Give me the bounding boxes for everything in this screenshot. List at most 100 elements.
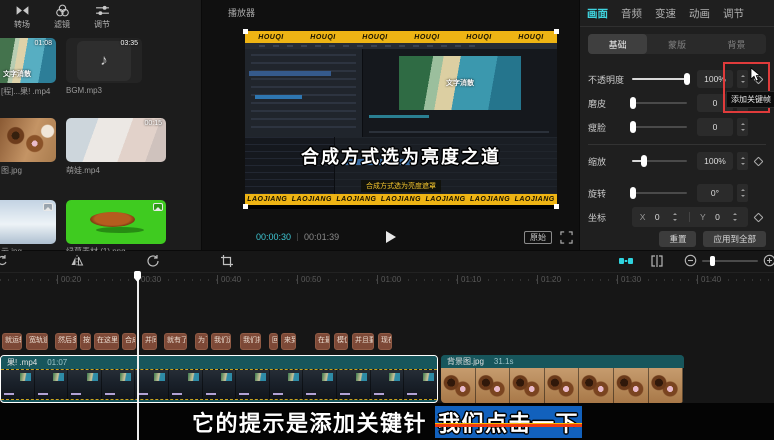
play-button[interactable] [386, 231, 396, 243]
subtitle-clip[interactable]: 合成 [122, 333, 136, 350]
transitions-tool[interactable]: 转场 [6, 3, 38, 34]
subtab-mask[interactable]: 蒙版 [647, 34, 706, 54]
keyframe-tooltip: 添加关键帧 [726, 91, 774, 108]
subtitle-clip[interactable]: 现在 [378, 333, 392, 350]
subtitle-clip[interactable]: 来到 [281, 333, 296, 350]
filmstrip-frame [203, 370, 237, 399]
scale-value[interactable]: 100% [697, 152, 733, 170]
x-value[interactable]: 0 [655, 212, 660, 222]
subtitle-clip[interactable]: 就有了 [164, 333, 187, 350]
rotate-slider[interactable] [632, 192, 687, 194]
opacity-value[interactable]: 100% [697, 70, 733, 88]
reset-button[interactable]: 重置 [659, 231, 696, 247]
media-item-clouds[interactable] [0, 200, 56, 244]
filmstrip-frame [1, 370, 35, 399]
y-value[interactable]: 0 [715, 212, 720, 222]
apply-all-button[interactable]: 应用到全部 [703, 231, 766, 247]
zoom-out-icon[interactable] [684, 254, 697, 267]
subtab-basic[interactable]: 基础 [588, 34, 647, 54]
subtitle-clip[interactable]: 为了 [195, 333, 208, 350]
timeline-toolbar [0, 251, 774, 272]
banner-text: LAOJIANG [470, 196, 510, 203]
adjust-tool[interactable]: 调节 [86, 3, 118, 34]
scale-stepper[interactable] [737, 152, 748, 170]
transform-handle-bottom-right[interactable] [554, 204, 559, 209]
rotate-stepper[interactable] [737, 184, 748, 202]
tab-speed[interactable]: 变速 [655, 6, 676, 21]
subtitle-clip[interactable]: 在最 [315, 333, 330, 350]
video-clip-background[interactable]: 背景图.jpg 31.1s [441, 355, 684, 403]
subtab-background[interactable]: 背景 [707, 34, 766, 54]
media-item-tutorial-video[interactable]: 01:08 文字消散 [0, 38, 56, 83]
transform-handle-bottom-left[interactable] [243, 204, 248, 209]
ratio-button[interactable]: 原始 [524, 231, 552, 244]
transform-handle-top-left[interactable] [243, 29, 248, 34]
duration-badge: 00:15 [144, 120, 162, 127]
subtitle-clip[interactable]: 就运转 [2, 333, 22, 350]
video-clip-main[interactable]: 果! .mp4 01:07 [0, 355, 438, 403]
media-item-label: BGM.mp3 [66, 86, 142, 95]
filmstrip-frame [135, 370, 169, 399]
opacity-slider[interactable] [632, 78, 687, 80]
subtitle-clip[interactable]: 在这里多 [94, 333, 119, 350]
clip-header: 背景图.jpg 31.1s [441, 355, 684, 368]
y-stepper[interactable] [729, 208, 740, 226]
video-editor-app: 转场 滤镜 调节 01:08 文字消散 [程]...果! .mp4 ♪ 03:3… [0, 0, 774, 440]
timeline-ruler[interactable]: 00:2000:3000:4000:5001:0001:1001:2001:30… [0, 272, 774, 286]
filmstrip-frame [270, 370, 304, 399]
subtitle-clip[interactable]: 并同 [142, 333, 157, 350]
transform-handle-top-right[interactable] [554, 29, 559, 34]
inspector-tabs: 画面 音频 变速 动画 调节 [580, 0, 774, 27]
tab-animation[interactable]: 动画 [689, 6, 710, 21]
player-title: 播放器 [228, 6, 255, 19]
filters-tool[interactable]: 滤镜 [46, 3, 78, 34]
subtitle-clip[interactable]: 我们把 [240, 333, 261, 350]
rotate-icon[interactable] [146, 254, 160, 268]
scale-slider[interactable] [632, 160, 687, 162]
video-preview[interactable]: HOUQIHOUQIHOUQIHOUQIHOUQIHOUQI 文字消散 [245, 31, 557, 209]
inspector-subtabs: 基础 蒙版 背景 [588, 34, 766, 54]
media-item-greenscreen-tiger[interactable] [66, 200, 166, 244]
subtitle-clip[interactable]: 按 [80, 333, 91, 350]
position-keyframe-button[interactable] [753, 212, 763, 222]
timeline-zoom-slider[interactable] [702, 260, 758, 262]
filmstrip-frame [476, 368, 511, 403]
zoom-in-icon[interactable] [763, 254, 774, 267]
subtitle-clip[interactable]: 回 [269, 333, 278, 350]
subtitle-clip[interactable]: 我们还 [211, 333, 231, 350]
fullscreen-icon[interactable] [560, 231, 573, 244]
ruler-label: 01:30 [617, 275, 641, 284]
undo-icon[interactable] [0, 254, 9, 268]
x-stepper[interactable] [669, 208, 680, 226]
greenscreen-icon [43, 203, 53, 211]
media-item-donuts[interactable] [0, 118, 56, 162]
rotate-value[interactable]: 0° [697, 184, 733, 202]
opacity-row: 不透明度 100% [580, 68, 774, 90]
clip-duration: 01:07 [47, 358, 67, 367]
media-item-girl-video[interactable]: 00:15 [66, 118, 166, 162]
filmstrip-frame [371, 370, 405, 399]
opacity-stepper[interactable] [737, 70, 748, 88]
position-label: 坐标 [588, 211, 632, 224]
timeline-zoom-handle[interactable] [710, 256, 715, 266]
slim-face-stepper[interactable] [737, 118, 748, 136]
mirror-icon[interactable] [70, 254, 84, 268]
subtitle-clip[interactable]: 模仿 [334, 333, 348, 350]
media-item-bgm[interactable]: ♪ 03:35 [66, 38, 142, 83]
clip-filmstrip [441, 368, 684, 403]
split-icon[interactable] [650, 254, 664, 268]
slim-face-value[interactable]: 0 [697, 118, 733, 136]
scale-keyframe-button[interactable] [753, 156, 763, 166]
subtitle-clip[interactable]: 然后多 [55, 333, 77, 350]
subtitle-clip[interactable]: 宽轨道 [26, 333, 48, 350]
smooth-skin-slider[interactable] [632, 102, 687, 104]
position-inputs[interactable]: X 0 Y 0 [632, 207, 748, 227]
crop-icon[interactable] [220, 254, 234, 268]
preview-value-row [255, 95, 302, 99]
tab-audio[interactable]: 音频 [621, 6, 642, 21]
snap-icon[interactable] [618, 254, 634, 268]
slim-face-slider[interactable] [632, 126, 687, 128]
subtitle-clip[interactable]: 并且要 [352, 333, 374, 350]
tab-adjust[interactable]: 调节 [723, 6, 744, 21]
tab-picture[interactable]: 画面 [587, 6, 608, 21]
